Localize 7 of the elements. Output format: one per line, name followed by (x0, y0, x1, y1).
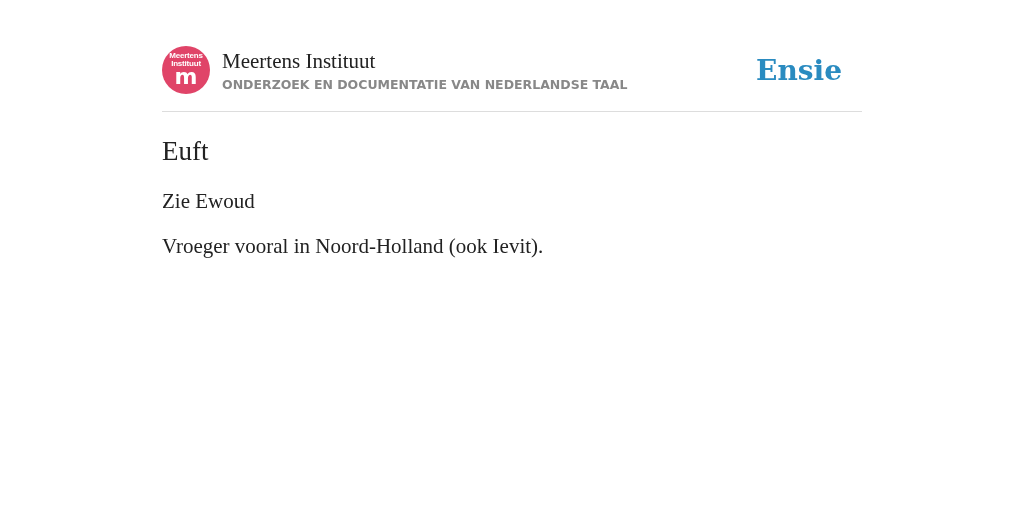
logo: Meertens Instituut m (162, 46, 210, 94)
brand-link[interactable]: Ensie (756, 53, 842, 87)
site-title: Meertens Instituut (222, 48, 377, 73)
site-subtitle: ONDERZOEK EN DOCUMENTATIE VAN NEDERLANDSE TAAL (222, 76, 629, 92)
entry-heading: Euft (162, 136, 210, 167)
paragraph: Vroeger vooral in Noord-Holland (ook Ievit). (162, 234, 545, 259)
paragraph: Zie Ewoud (162, 189, 256, 214)
